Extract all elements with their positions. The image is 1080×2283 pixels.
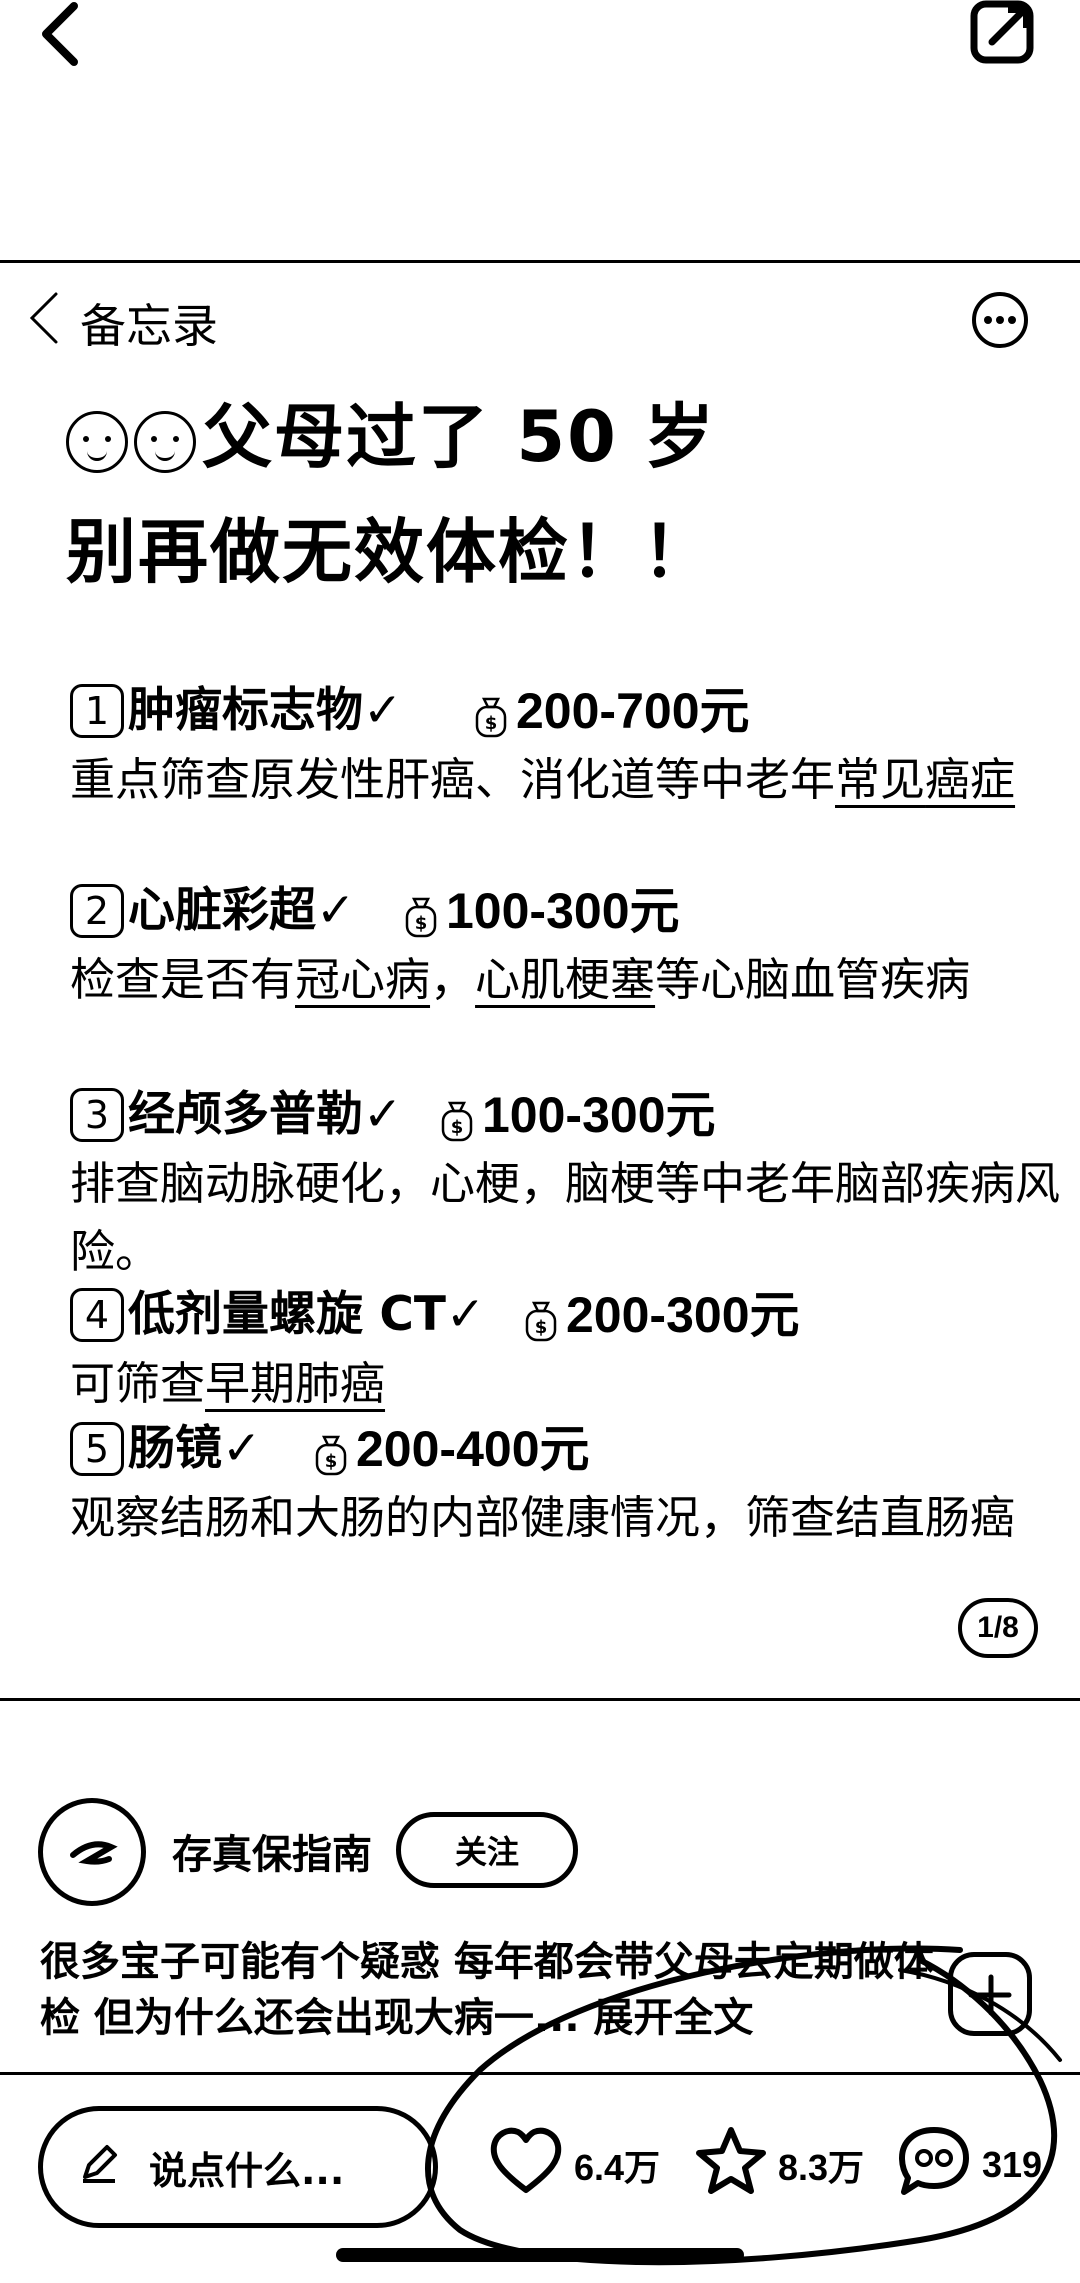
money-bag-icon: $ bbox=[314, 1427, 348, 1476]
more-icon[interactable] bbox=[970, 290, 1030, 350]
desc-underlined: 癌症 bbox=[925, 753, 1016, 806]
title-line-2: 别再做无效体检！！ bbox=[66, 511, 714, 593]
item-heading: 4 低剂量螺旋 CT✓ $ 200-300元 bbox=[70, 1280, 1070, 1350]
hand-drawn-circle-annotation bbox=[425, 1945, 1062, 2266]
item-description: 重点筛查原发性肝癌、消化道等中老年常见癌症 bbox=[70, 746, 1070, 814]
money-bag-icon: $ bbox=[474, 689, 508, 738]
money-bag-icon: $ bbox=[524, 1293, 558, 1342]
comment-icon bbox=[896, 2124, 972, 2207]
memo-back-icon[interactable] bbox=[24, 290, 64, 346]
item-price-group: $ 200-700元 bbox=[474, 676, 750, 746]
money-bag-icon: $ bbox=[404, 889, 438, 938]
item-number: 3 bbox=[70, 1088, 124, 1142]
heart-icon bbox=[488, 2126, 564, 2205]
note-title: 父母过了 50 岁 别再做无效体检！！ bbox=[66, 380, 1046, 610]
item-name: 心脏彩超✓ bbox=[128, 883, 356, 938]
item-heading: 5 肠镜✓ $ 200-400元 bbox=[70, 1414, 1070, 1484]
desc-text: 观察结肠和大肠的内部健康情况，筛查结直肠癌 bbox=[70, 1491, 1016, 1544]
brand-logo-icon bbox=[70, 1841, 118, 1865]
item-name: 经颅多普勒✓ bbox=[128, 1087, 403, 1142]
comment-button[interactable]: 319 bbox=[896, 2120, 1042, 2210]
list-item: 3 经颅多普勒✓ $ 100-300元 排查脑动脉硬化，心梗，脑梗等中老年脑部疾… bbox=[70, 1080, 1070, 1286]
desc-underlined: 冠心病 bbox=[295, 953, 431, 1006]
item-price: 200-400元 bbox=[356, 1421, 590, 1477]
svg-text:$: $ bbox=[325, 1451, 338, 1472]
item-price-group: $ 200-300元 bbox=[524, 1280, 800, 1350]
favorite-button[interactable]: 8.3万 bbox=[694, 2120, 864, 2210]
item-heading: 3 经颅多普勒✓ $ 100-300元 bbox=[70, 1080, 1070, 1150]
item-description: 可筛查早期肺癌 bbox=[70, 1350, 1070, 1418]
comment-count: 319 bbox=[982, 2144, 1043, 2185]
title-line-1-text: 父母过了 50 岁 bbox=[202, 396, 717, 478]
comment-input[interactable]: 说点什么... bbox=[38, 2106, 438, 2228]
item-number: 1 bbox=[70, 684, 124, 738]
item-price: 100-300元 bbox=[446, 883, 680, 939]
item-price: 200-300元 bbox=[566, 1287, 800, 1343]
desc-underlined: 常见 bbox=[835, 753, 926, 806]
screenshot-top-border bbox=[0, 260, 1080, 263]
list-item: 1 肿瘤标志物✓ $ 200-700元 重点筛查原发性肝癌、消化道等中老年常见癌… bbox=[70, 676, 1070, 814]
item-number: 5 bbox=[70, 1422, 124, 1476]
svg-text:$: $ bbox=[485, 713, 498, 734]
desc-text: ， bbox=[430, 953, 476, 1006]
item-price: 200-700元 bbox=[516, 683, 750, 739]
list-item: 2 心脏彩超✓ $ 100-300元 检查是否有冠心病，心肌梗塞等心脑血管疾病 bbox=[70, 876, 1070, 1014]
item-heading: 2 心脏彩超✓ $ 100-300元 bbox=[70, 876, 1070, 946]
desc-underlined: 心肌梗塞 bbox=[475, 953, 656, 1006]
list-item: 4 低剂量螺旋 CT✓ $ 200-300元 可筛查早期肺癌 bbox=[70, 1280, 1070, 1418]
title-line-1: 父母过了 50 岁 bbox=[66, 380, 1046, 495]
desc-text: 排查脑动脉硬化，心梗，脑梗等中老年脑部疾病风险。 bbox=[70, 1157, 1061, 1278]
item-name: 低剂量螺旋 CT✓ bbox=[128, 1287, 486, 1342]
avatar[interactable] bbox=[38, 1798, 146, 1906]
item-description: 检查是否有冠心病，心肌梗塞等心脑血管疾病 bbox=[70, 946, 1070, 1014]
item-price-group: $ 200-400元 bbox=[314, 1414, 590, 1484]
pencil-icon bbox=[77, 2141, 121, 2194]
father-face-icon bbox=[66, 410, 128, 473]
svg-text:$: $ bbox=[535, 1317, 548, 1338]
item-number: 4 bbox=[70, 1288, 124, 1342]
comment-placeholder: 说点什么... bbox=[149, 2148, 345, 2193]
item-number: 2 bbox=[70, 884, 124, 938]
like-count: 6.4万 bbox=[574, 2147, 661, 2188]
item-price: 100-300元 bbox=[482, 1087, 716, 1143]
bottom-bar-divider bbox=[0, 2072, 1080, 2075]
item-description: 排查脑动脉硬化，心梗，脑梗等中老年脑部疾病风险。 bbox=[70, 1150, 1070, 1286]
item-price-group: $ 100-300元 bbox=[440, 1080, 716, 1150]
like-button[interactable]: 6.4万 bbox=[488, 2120, 660, 2210]
home-indicator[interactable] bbox=[336, 2248, 744, 2262]
star-icon bbox=[694, 2125, 768, 2206]
mother-face-icon bbox=[134, 410, 196, 473]
follow-button[interactable]: 关注 bbox=[396, 1812, 578, 1888]
memo-back-label[interactable]: 备忘录 bbox=[80, 290, 218, 356]
author-name[interactable]: 存真保指南 bbox=[172, 1822, 372, 1880]
desc-underlined: 早期肺癌 bbox=[205, 1357, 386, 1410]
desc-text: 重点筛查原发性肝癌、消化道等中老年 bbox=[70, 753, 836, 806]
list-item: 5 肠镜✓ $ 200-400元 观察结肠和大肠的内部健康情况，筛查结直肠癌 bbox=[70, 1414, 1070, 1552]
desc-text: 检查是否有 bbox=[70, 953, 296, 1006]
desc-text: 可筛查 bbox=[70, 1357, 206, 1410]
item-name: 肠镜✓ bbox=[128, 1421, 262, 1476]
page-indicator: 1/8 bbox=[958, 1598, 1038, 1658]
svg-text:$: $ bbox=[415, 913, 428, 934]
item-description: 观察结肠和大肠的内部健康情况，筛查结直肠癌 bbox=[70, 1484, 1070, 1552]
item-name: 肿瘤标志物✓ bbox=[128, 683, 403, 738]
screenshot-bottom-border bbox=[0, 1698, 1080, 1701]
desc-text: 等心脑血管疾病 bbox=[655, 953, 971, 1006]
item-heading: 1 肿瘤标志物✓ $ 200-700元 bbox=[70, 676, 1070, 746]
share-edit-icon[interactable] bbox=[968, 0, 1040, 66]
favorite-count: 8.3万 bbox=[778, 2147, 865, 2188]
svg-text:$: $ bbox=[451, 1117, 464, 1138]
item-price-group: $ 100-300元 bbox=[404, 876, 680, 946]
money-bag-icon: $ bbox=[440, 1093, 474, 1142]
back-arrow-icon[interactable] bbox=[30, 0, 90, 70]
